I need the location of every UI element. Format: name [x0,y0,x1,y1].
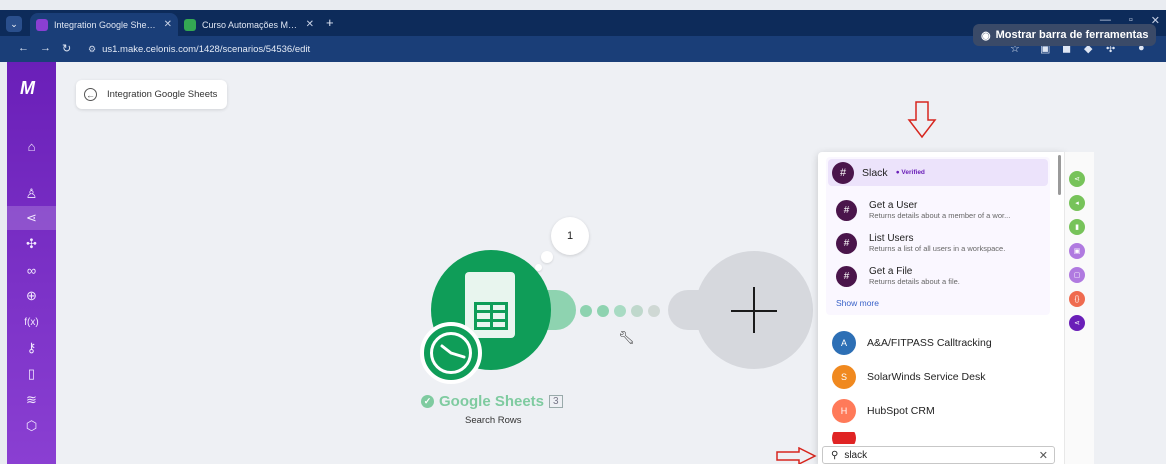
toolbar-tooltip: ◉ Mostrar barra de ferramentas [973,24,1157,46]
sheets-grid-icon [474,302,508,330]
forward-icon[interactable]: → [40,42,51,54]
app-name: SolarWinds Service Desk [867,371,986,383]
plus-icon [753,287,755,333]
app-item-aa-fitpass[interactable]: A A&A/FITPASS Calltracking [832,331,992,355]
route-settings-wrench-icon[interactable]: 🔧︎ [618,330,635,346]
router-icon[interactable]: ◂ [1069,195,1085,211]
aa-fitpass-logo-icon: A [832,331,856,355]
devices-icon[interactable]: ▯ [7,362,56,386]
flow-control-icon[interactable]: ⋖ [1069,171,1085,187]
eye-icon: ◉ [981,29,991,42]
keys-icon[interactable]: ⚷ [7,336,56,360]
clock-hands-icon [440,344,466,359]
text-parser-icon[interactable]: ▢ [1069,267,1085,283]
tab-close-icon[interactable]: ✕ [306,19,314,30]
apps-icon[interactable]: ✣ [7,232,56,256]
show-more-link[interactable]: Show more [836,298,879,308]
route-dot [597,305,609,317]
make-logo[interactable]: M [20,78,35,99]
connections-icon[interactable]: ∞ [7,258,56,282]
slack-action-list-users[interactable]: # List Users Returns a list of all users… [836,227,1046,259]
reload-icon[interactable]: ↻ [62,42,71,55]
app-name: HubSpot CRM [867,405,935,417]
tooltip-text: Mostrar barra de ferramentas [995,29,1149,41]
json-icon[interactable]: {} [1069,291,1085,307]
tab-label: Curso Automações Make - CST [202,19,300,30]
check-icon: ✓ [421,395,434,408]
operations-count-bubble[interactable]: 1 [551,217,589,255]
tools-icon[interactable]: ▣ [1069,243,1085,259]
back-arrow-icon[interactable]: ← [84,88,97,101]
team-icon[interactable]: ♙ [7,182,56,206]
site-info-icon[interactable]: ⚙ [88,44,96,55]
annotation-arrow-down-icon [907,101,937,139]
datastores-icon[interactable]: ≋ [7,388,56,412]
app-logo-icon [832,432,856,444]
action-title: Get a User [869,200,918,211]
action-title: List Users [869,233,914,244]
action-description: Returns details about a file. [869,277,960,286]
tab-integration[interactable]: Integration Google Sheets | Ma ✕ [30,13,178,36]
app-item-partial[interactable] [832,432,856,444]
home-icon[interactable]: ⌂ [7,134,56,158]
route-dot [648,305,660,317]
app-name: Slack [862,166,888,179]
route-dot [580,305,592,317]
share-icon[interactable]: ⋖ [1069,315,1085,331]
scenarios-icon[interactable]: ⋖ [7,206,56,230]
new-tab-button[interactable]: + [326,15,334,30]
search-icon: ⚲ [831,449,839,461]
tab-curso[interactable]: Curso Automações Make - CST ✕ [178,13,320,36]
tab-label: Integration Google Sheets | Ma [54,19,158,30]
make-sidebar: M ⌂ ♙ ⋖ ✣ ∞ ⊕ f(x) ⚷ ▯ ≋ ⬡ [7,62,56,464]
sheets-tab-icon [184,18,196,31]
iterator-icon[interactable]: ▮ [1069,219,1085,235]
solarwinds-logo-icon: S [832,365,856,389]
slack-logo-icon: # [836,199,857,221]
slack-action-get-user[interactable]: # Get a User Returns details about a mem… [836,194,1046,226]
slack-action-get-file[interactable]: # Get a File Returns details about a fil… [836,260,1046,292]
scenario-name: Integration Google Sheets [107,89,218,100]
bubble-tail [541,251,553,263]
slack-app-item[interactable]: # Slack ● Verified [828,159,1048,186]
search-value: slack [844,449,868,461]
module-id-badge: 3 [549,395,563,408]
action-description: Returns details about a member of a wor.… [869,211,1011,220]
module-name: Google Sheets [439,393,545,410]
panel-scrollbar[interactable] [1058,155,1061,195]
slack-logo-icon: # [832,161,854,184]
route-dot [614,305,626,317]
tab-close-icon[interactable]: ✕ [164,19,172,30]
app-item-solarwinds[interactable]: S SolarWinds Service Desk [832,365,985,389]
module-action: Search Rows [465,415,522,426]
action-title: Get a File [869,266,913,277]
annotation-arrow-right-icon [776,447,817,464]
slack-logo-icon: # [836,232,857,254]
tab-search-button[interactable]: ⌄ [6,16,22,32]
slack-logo-icon: # [836,265,857,287]
functions-icon[interactable]: f(x) [7,310,56,334]
datastructures-icon[interactable]: ⬡ [7,414,56,438]
clear-search-icon[interactable]: ✕ [1039,449,1048,462]
back-icon[interactable]: ← [18,42,29,54]
action-description: Returns a list of all users in a workspa… [869,244,1006,253]
verified-badge: ● Verified [895,169,925,176]
route-dot [631,305,643,317]
scenario-breadcrumb[interactable]: ← Integration Google Sheets [76,80,227,109]
url-field[interactable]: ⚙ us1.make.celonis.com/1428/scenarios/54… [88,42,310,57]
app-name: A&A/FITPASS Calltracking [867,337,992,349]
url-text: us1.make.celonis.com/1428/scenarios/5453… [102,44,311,55]
module-title: ✓ Google Sheets 3 [421,393,563,410]
app-search-input[interactable]: ⚲ slack ✕ [822,446,1055,464]
make-tab-icon [36,18,48,31]
app-item-hubspot[interactable]: H HubSpot CRM [832,399,935,423]
webhooks-icon[interactable]: ⊕ [7,284,56,308]
hubspot-logo-icon: H [832,399,856,423]
